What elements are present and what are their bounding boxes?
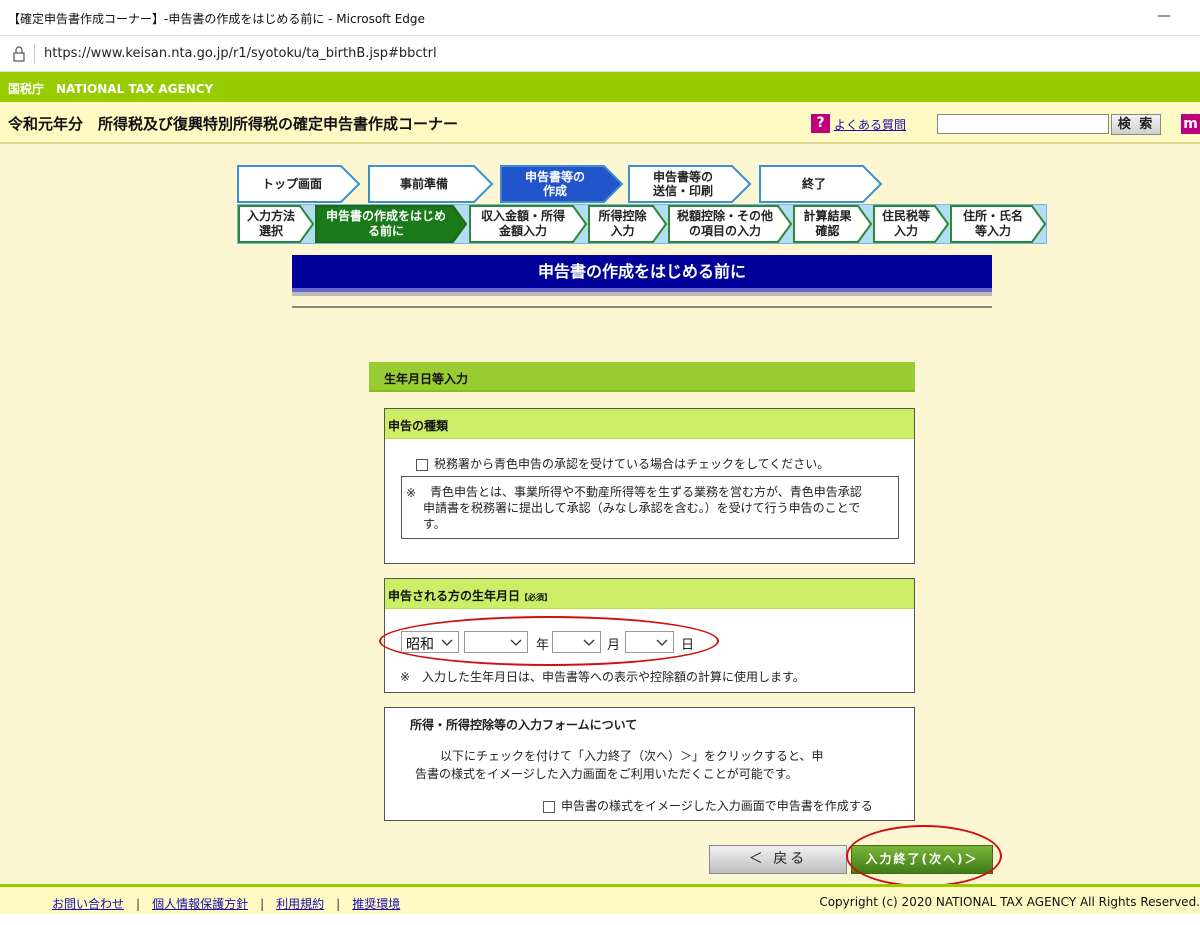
substep-tax-credit-input-label-2: の項目の入力 [688,224,761,238]
substep-resident-tax-input[interactable]: 住民税等 入力 [873,205,949,243]
input-form-panel: 所得・所得控除等の入力フォームについて 以下にチェックを付けて「入力終了（次へ）… [384,707,915,821]
substep-income-input-label-1: 収入金額・所得 [480,209,565,223]
step-send-print-label-1: 申告書等の [652,170,713,184]
window-title: 【確定申告書作成コーナー】-申告書の作成をはじめる前に - Microsoft … [8,12,425,26]
input-form-title: 所得・所得控除等の入力フォームについて [410,718,638,732]
return-type-title: 申告の種類 [388,419,449,433]
substep-address-name-input[interactable]: 住所・氏名 等入力 [950,205,1046,243]
substep-resident-tax-input-label-1: 住民税等 [881,209,930,223]
step-send-print-label-2: 送信・印刷 [652,184,713,198]
form-image-checkbox[interactable] [543,800,555,813]
substep-input-method-label-1: 入力方法 [246,209,295,223]
form-image-checkbox-label: 申告書の様式をイメージした入力画面で申告書を作成する [561,799,873,813]
substep-input-method[interactable]: 入力方法 選択 [238,205,314,243]
note-line-3: す。 [423,517,446,531]
lock-icon [12,45,26,66]
input-form-text-1: 以下にチェックを付けて「入力終了（次へ）＞」をクリックすると、申 [440,749,824,763]
substep-deduction-input-label-1: 所得控除 [598,209,647,223]
form-image-checkbox-row[interactable]: 申告書の様式をイメージした入力画面で申告書を作成する [543,797,873,814]
step-top[interactable]: トップ画面 [237,165,361,203]
note-line-2: 申請書を税務署に提出して承認（みなし承認を含む。）を受けて行う申告のことで [423,501,861,515]
substep-result-check[interactable]: 計算結果 確認 [793,205,872,243]
substep-tax-credit-input-label-1: 税額控除・その他 [676,209,773,223]
blue-return-checkbox-row[interactable]: 税務署から青色申告の承認を受けている場合はチェックをしてください。 [416,455,829,472]
step-top-label: トップ画面 [261,177,322,191]
blue-return-note: ※ 青色申告とは、事業所得や不動産所得等を生ずる業務を営む方が、青色申告承認 申… [401,476,899,539]
footer-link-terms[interactable]: 利用規約 [276,897,324,911]
footer-separator: | [136,897,141,911]
substep-address-name-input-label-2: 等入力 [974,224,1011,238]
agency-bar: 国税庁 NATIONAL TAX AGENCY [0,72,1200,102]
substep-tax-credit-input[interactable]: 税額控除・その他 の項目の入力 [668,205,792,243]
search-input[interactable] [937,114,1109,134]
site-header: 令和元年分 所得税及び復興特別所得税の確定申告書作成コーナー ? よくある質問 … [0,102,1200,144]
substep-deduction-input-label-2: 入力 [610,224,635,238]
birthdate-panel-header: 申告される方の生年月日【必須】 [385,579,914,609]
footer-separator: | [260,897,265,911]
page-title: 申告書の作成をはじめる前に [292,255,992,292]
return-type-panel: 申告の種類 税務署から青色申告の承認を受けている場合はチェックをしてください。 … [384,408,915,564]
bottom-edge [0,914,1200,925]
page-title-shadow [292,292,992,296]
step-create-return-label-1: 申告書等の [524,170,585,184]
substep-deduction-input[interactable]: 所得控除 入力 [588,205,667,243]
faq-question-icon[interactable]: ? [811,114,830,133]
faq-link[interactable]: よくある質問 [834,116,906,133]
substep-income-input-label-2: 金額入力 [498,224,547,238]
divider [292,306,992,308]
blue-return-checkbox[interactable] [416,458,428,471]
substep-before-start[interactable]: 申告書の作成をはじめ る前に [315,205,467,243]
substep-input-method-label-2: 選択 [258,224,283,238]
footer: お問い合わせ | 個人情報保護方針 | 利用規約 | 推奨環境 Copyright (c) … [0,884,1200,914]
footer-separator: | [336,897,341,911]
note-text: 青色申告とは、事業所得や不動産所得等を生ずる業務を営む方が、青色申告承認 申請書… [423,484,895,532]
section-title: 生年月日等入力 [384,372,469,386]
input-form-text-2: 告書の様式をイメージした入力画面をご利用いただくことが可能です。 [415,767,798,781]
birthdate-note: ※ 入力した生年月日は、申告書等への表示や控除額の計算に使用します。 [400,670,805,684]
site-title: 令和元年分 所得税及び復興特別所得税の確定申告書作成コーナー [8,115,459,133]
substep-resident-tax-input-label-2: 入力 [893,224,918,238]
url-field[interactable]: https://www.keisan.nta.go.jp/r1/syotoku/… [44,46,437,61]
red-annotation-oval-next [846,825,1002,887]
note-line-1: 青色申告とは、事業所得や不動産所得等を生ずる業務を営む方が、青色申告承認 [430,485,862,499]
minimize-button[interactable]: — [1152,6,1176,26]
note-mark: ※ [406,486,417,500]
copyright: Copyright (c) 2020 NATIONAL TAX AGENCY A… [819,895,1200,909]
step-preparation[interactable]: 事前準備 [368,165,494,203]
step-finish-label: 終了 [801,177,826,191]
step-send-print[interactable]: 申告書等の 送信・印刷 [628,165,752,203]
substep-result-check-label-2: 確認 [815,224,840,238]
return-type-panel-header: 申告の種類 [385,409,914,439]
search-button[interactable]: 検 索 [1111,114,1161,135]
step-finish[interactable]: 終了 [759,165,883,203]
blue-return-checkbox-label: 税務署から青色申告の承認を受けている場合はチェックをしてください。 [434,457,830,471]
section-header: 生年月日等入力 [369,362,915,392]
footer-link-privacy[interactable]: 個人情報保護方針 [152,897,248,911]
agency-name: 国税庁 NATIONAL TAX AGENCY [8,82,214,96]
substep-before-start-label-2: る前に [367,224,404,238]
birthdate-title: 申告される方の生年月日【必須】 [388,587,552,604]
step-create-return-label-2: 作成 [542,184,567,198]
footer-links: お問い合わせ | 個人情報保護方針 | 利用規約 | 推奨環境 [52,895,400,912]
birthdate-title-text: 申告される方の生年月日 [388,589,521,603]
footer-link-contact[interactable]: お問い合わせ [52,897,124,911]
browser-titlebar: 【確定申告書作成コーナー】-申告書の作成をはじめる前に - Microsoft … [0,0,1200,36]
substep-before-start-label-1: 申告書の作成をはじめ [325,209,446,223]
address-separator [34,44,35,64]
back-button[interactable]: ＜ 戻る [709,845,847,874]
red-annotation-oval-birthdate [379,616,719,666]
substep-address-name-input-label-1: 住所・氏名 [962,209,1023,223]
substep-result-check-label-1: 計算結果 [803,209,852,223]
required-badge: 【必須】 [520,593,553,602]
manual-book-icon[interactable]: m [1181,114,1200,134]
footer-link-environment[interactable]: 推奨環境 [352,897,400,911]
step-preparation-label: 事前準備 [399,177,448,191]
step-create-return[interactable]: 申告書等の 作成 [500,165,624,203]
substep-income-input[interactable]: 収入金額・所得 金額入力 [469,205,587,243]
address-bar: https://www.keisan.nta.go.jp/r1/syotoku/… [0,36,1200,72]
